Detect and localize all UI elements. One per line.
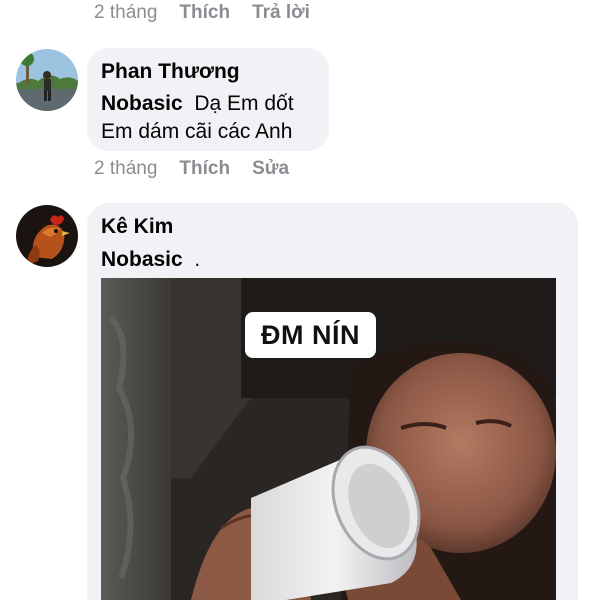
- comment-bubble: Phan Thương Nobasic Dạ Em dốt Em dám cãi…: [87, 48, 329, 151]
- comment-text-line1: Dạ Em dốt: [194, 92, 294, 115]
- like-button[interactable]: Thích: [179, 158, 230, 180]
- rooster-avatar-icon: [16, 205, 78, 267]
- edit-button[interactable]: Sửa: [252, 158, 289, 180]
- comment-actions: 2 tháng Thích Sửa: [94, 158, 311, 180]
- comment-time[interactable]: 2 tháng: [94, 2, 157, 24]
- comment-author[interactable]: Kê Kim: [101, 215, 173, 239]
- reply-button[interactable]: Trả lời: [252, 2, 310, 24]
- avatar[interactable]: [16, 205, 78, 267]
- avatar[interactable]: [16, 49, 78, 111]
- comment-text: Nobasic .: [101, 246, 200, 274]
- comment-author[interactable]: Phan Thương: [101, 60, 240, 84]
- comment-actions-top: 2 tháng Thích Trả lời: [94, 2, 332, 24]
- like-button[interactable]: Thích: [179, 2, 230, 24]
- comment-text: Nobasic Dạ Em dốt Em dám cãi các Anh: [101, 90, 326, 146]
- comment-text-line2: Em dám cãi các Anh: [101, 120, 293, 143]
- comment-text-body: .: [194, 248, 201, 271]
- avatar-photo-icon: [16, 49, 78, 111]
- mention-link[interactable]: Nobasic: [101, 248, 183, 271]
- meme-caption: ĐM NÍN: [245, 312, 376, 358]
- comment-time[interactable]: 2 tháng: [94, 158, 157, 180]
- mention-link[interactable]: Nobasic: [101, 92, 183, 115]
